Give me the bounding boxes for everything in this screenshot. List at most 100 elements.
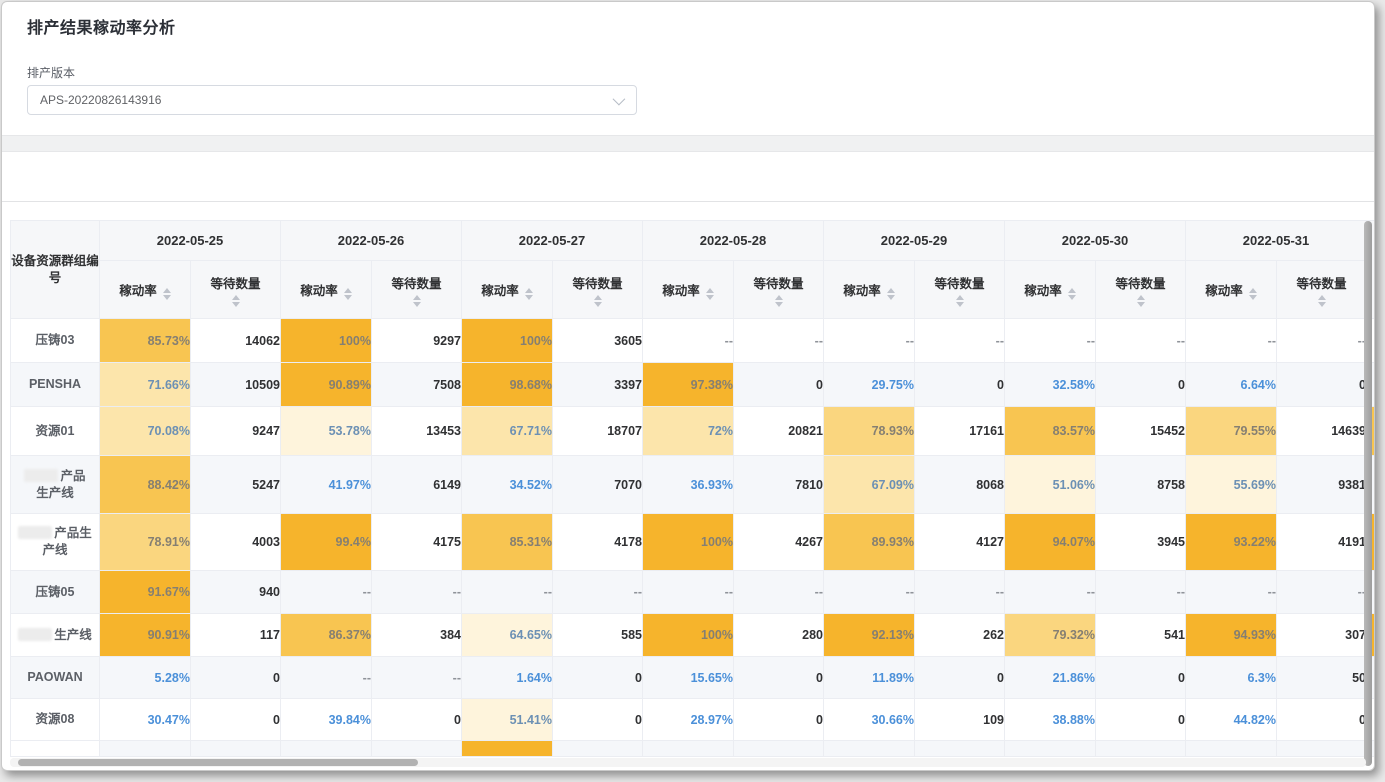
rate-header-cell[interactable]: 稼动率 (824, 261, 915, 319)
wait-cell: 109 (915, 699, 1005, 741)
wait-cell: 9381 (1277, 456, 1367, 514)
chevron-down-icon (613, 92, 626, 105)
rate-cell: 88.42% (100, 456, 191, 514)
wait-cell: 4267 (734, 514, 824, 571)
rate-cell: 72% (643, 407, 734, 456)
rate-cell: 79.32% (1005, 614, 1096, 657)
wait-cell: 4003 (191, 514, 281, 571)
rate-cell: 51.41% (462, 699, 553, 741)
wait-cell: 5247 (191, 456, 281, 514)
rate-cell: 6.3% (1186, 657, 1277, 699)
table-row: 产品生产线78.91%400399.4%417585.31%4178100%42… (11, 514, 1375, 571)
rate-cell: -- (824, 571, 915, 614)
rate-cell: 1.64% (462, 657, 553, 699)
rate-header-cell[interactable]: 稼动率 (1186, 261, 1277, 319)
rate-header-cell[interactable]: 稼动率 (643, 261, 734, 319)
sort-caret-icon (775, 295, 783, 307)
wait-cell: 20821 (734, 407, 824, 456)
table-row: PAOWAN5.28%0----1.64%015.65%011.89%021.8… (11, 657, 1375, 699)
rate-header-cell[interactable]: 稼动率 (1005, 261, 1096, 319)
rate-cell: 100% (643, 514, 734, 571)
wait-header-cell[interactable]: 等待数量 (191, 261, 281, 319)
section-separator-band (2, 135, 1374, 152)
wait-header-cell[interactable]: 等待数量 (734, 261, 824, 319)
rate-cell: 91.67% (100, 571, 191, 614)
wait-header-label: 等待数量 (572, 273, 622, 292)
sort-caret-icon (232, 295, 240, 307)
wait-cell: 8758 (1096, 456, 1186, 514)
date-header-cell: 2022-05-26 (281, 221, 462, 261)
sort-caret-icon (706, 288, 714, 300)
rate-cell: 93.22% (1186, 514, 1277, 571)
rate-cell: 21.86% (1005, 657, 1096, 699)
rate-cell: 78.93% (824, 407, 915, 456)
rate-cell: 100% (462, 319, 553, 363)
wait-cell: -- (372, 571, 462, 614)
rate-header-cell[interactable]: 稼动率 (462, 261, 553, 319)
rate-header-label: 稼动率 (300, 280, 338, 299)
row-label-cell (11, 741, 100, 757)
wait-cell: 7508 (372, 363, 462, 407)
wait-header-cell[interactable]: 等待数量 (1096, 261, 1186, 319)
rate-cell: 100% (643, 614, 734, 657)
wait-cell: 10509 (191, 363, 281, 407)
sort-caret-icon (413, 295, 421, 307)
rate-cell: 83.57% (1005, 407, 1096, 456)
rate-cell: -- (824, 319, 915, 363)
horizontal-scrollbar-track (10, 758, 1366, 767)
wait-header-cell[interactable]: 等待数量 (553, 261, 643, 319)
wait-cell: 0 (1277, 363, 1367, 407)
wait-cell: 4191 (1277, 514, 1367, 571)
row-label-cell: 资源01 (11, 407, 100, 456)
rate-cell: 41.97% (281, 456, 372, 514)
wait-header-cell[interactable]: 等待数量 (915, 261, 1005, 319)
schedule-version-select[interactable]: APS-20220826143916 (27, 85, 637, 115)
rate-header-label: 稼动率 (1205, 280, 1243, 299)
horizontal-scrollbar-thumb[interactable] (18, 759, 418, 766)
rate-cell: 67.71% (462, 407, 553, 456)
wait-header-label: 等待数量 (210, 273, 260, 292)
table-row: 产品生产线88.42%524741.97%614934.52%707036.93… (11, 456, 1375, 514)
utilization-table: 设备资源群组编号2022-05-252022-05-262022-05-2720… (10, 220, 1375, 757)
rate-cell: 38.88% (1005, 699, 1096, 741)
wait-cell: -- (1096, 319, 1186, 363)
wait-header-cell[interactable]: 等待数量 (372, 261, 462, 319)
rate-cell: 6.64% (1186, 363, 1277, 407)
rate-cell: 32.58% (1005, 363, 1096, 407)
vertical-scrollbar[interactable] (1364, 221, 1372, 766)
rate-cell: 92.13% (824, 614, 915, 657)
wait-cell: 9247 (191, 407, 281, 456)
rate-cell: 94.93% (1186, 614, 1277, 657)
wait-cell: 15452 (1096, 407, 1186, 456)
wait-cell: 0 (1096, 699, 1186, 741)
wait-cell: 541 (1096, 614, 1186, 657)
table-row: 资源0170.08%924753.78%1345367.71%1870772%2… (11, 407, 1375, 456)
rate-cell: -- (281, 571, 372, 614)
row-label-cell: 资源08 (11, 699, 100, 741)
utilization-analysis-page: 排产结果稼动率分析 排产版本 APS-20220826143916 设备资源群组… (1, 1, 1375, 771)
sort-caret-icon (887, 288, 895, 300)
rate-cell: 98.68% (462, 363, 553, 407)
rate-cell: 67.09% (824, 456, 915, 514)
sort-caret-icon (1137, 295, 1145, 307)
wait-header-label: 等待数量 (753, 273, 803, 292)
rate-cell: 51.06% (1005, 456, 1096, 514)
wait-cell: 0 (1277, 699, 1367, 741)
wait-cell: 9297 (372, 319, 462, 363)
wait-header-label: 等待数量 (1115, 273, 1165, 292)
schedule-version-value: APS-20220826143916 (40, 93, 161, 107)
row-label-cell: PAOWAN (11, 657, 100, 699)
rate-cell: 90.89% (281, 363, 372, 407)
wait-header-cell[interactable]: 等待数量 (1277, 261, 1367, 319)
wait-cell: -- (1096, 571, 1186, 614)
table-row: 生产线90.91%11786.37%38464.65%585100%28092.… (11, 614, 1375, 657)
wait-cell: 17161 (915, 407, 1005, 456)
rate-cell: 55.69% (1186, 456, 1277, 514)
rate-cell: 79.55% (1186, 407, 1277, 456)
rate-cell: 94.07% (1005, 514, 1096, 571)
row-label-cell: PENSHA (11, 363, 100, 407)
rate-header-cell[interactable]: 稼动率 (100, 261, 191, 319)
sort-caret-icon (163, 288, 171, 300)
rate-header-cell[interactable]: 稼动率 (281, 261, 372, 319)
rate-cell: -- (1005, 571, 1096, 614)
